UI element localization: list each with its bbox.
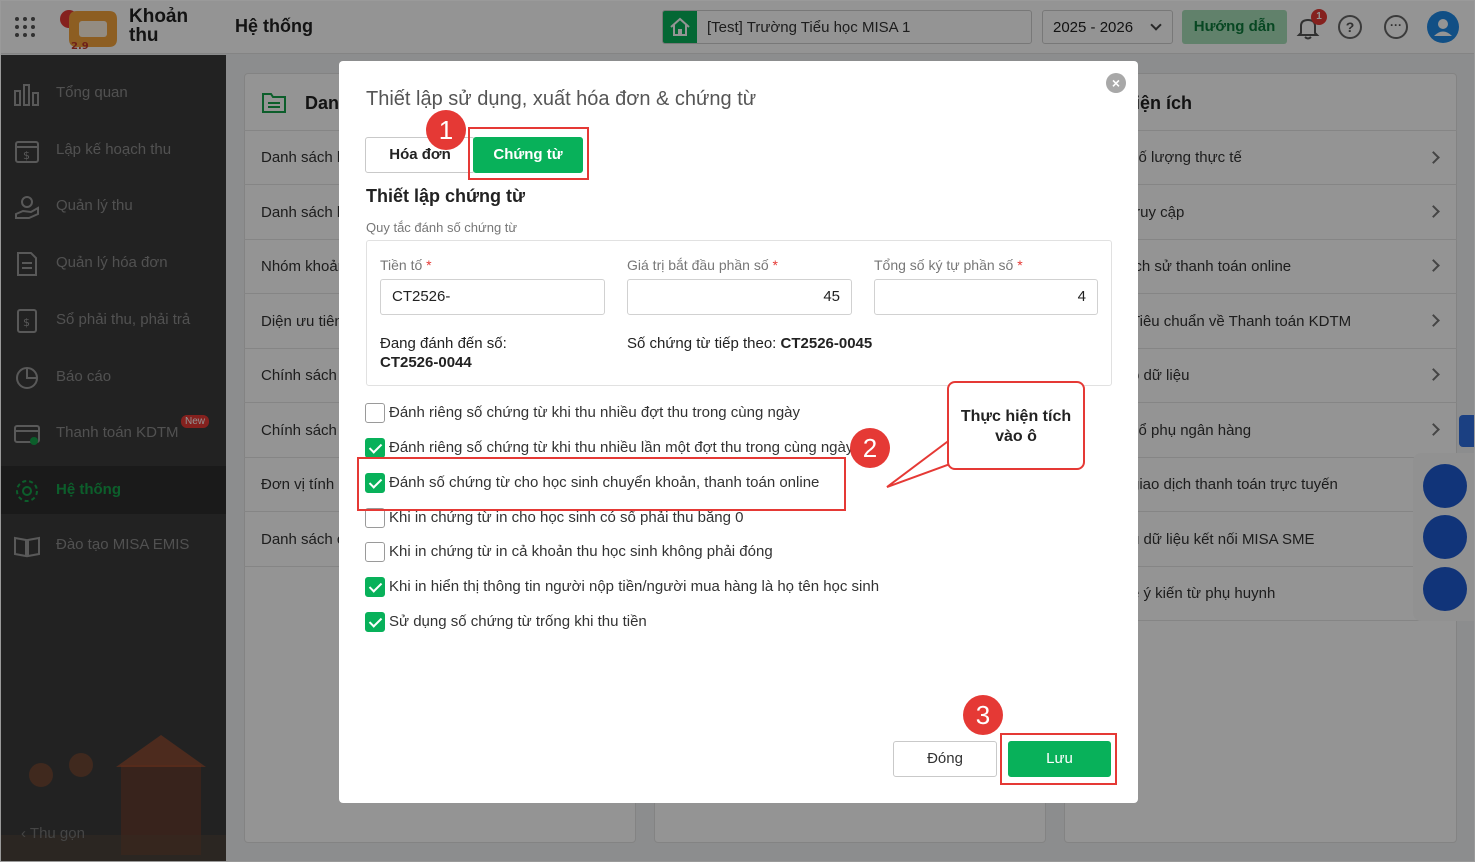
option-label: Đánh riêng số chứng từ khi thu nhiều lần… (389, 439, 854, 456)
current-number-value: CT2526-0044 (380, 354, 472, 371)
dialog-title: Thiết lập sử dụng, xuất hóa đơn & chứng … (366, 88, 757, 110)
callout-line1: Thực hiện tích (960, 408, 1072, 425)
option-label: Sử dụng số chứng từ trống khi thu tiền (389, 613, 647, 630)
highlight-voucher-tab (468, 127, 589, 180)
highlight-option (357, 457, 846, 511)
required-mark: * (426, 257, 432, 273)
checkbox[interactable] (365, 577, 385, 597)
digits-input[interactable]: 4 (874, 279, 1098, 315)
rule-caption: Quy tắc đánh số chứng từ (366, 220, 518, 235)
checkbox[interactable] (365, 542, 385, 562)
digits-label: Tổng số ký tự phần số * (874, 257, 1023, 273)
current-number: Đang đánh đến số: CT2526-0044 (380, 334, 507, 372)
start-value-label-text: Giá trị bắt đầu phần số (627, 257, 769, 273)
option-label: Khi in chứng từ in cả khoản thu học sinh… (389, 543, 773, 560)
checkbox[interactable] (365, 438, 385, 458)
prefix-label-text: Tiền tố (380, 257, 423, 273)
option-label: Khi in chứng từ in cho học sinh có số ph… (389, 509, 744, 526)
start-value-label: Giá trị bắt đầu phần số * (627, 257, 778, 273)
required-mark: * (1017, 257, 1023, 273)
checkbox[interactable] (365, 612, 385, 632)
close-icon[interactable]: × (1106, 73, 1126, 93)
section-title: Thiết lập chứng từ (366, 186, 526, 206)
start-value-input[interactable]: 45 (627, 279, 852, 315)
highlight-save (1000, 733, 1117, 785)
callout-line2: vào ô (995, 428, 1037, 445)
required-mark: * (772, 257, 778, 273)
callout-box: Thực hiện tích vào ô (947, 381, 1085, 470)
next-number-value: CT2526-0045 (780, 335, 873, 352)
app-window: 2.9 Khoản thu Hệ thống [Test] Trường Tiể… (0, 0, 1475, 862)
option-label: Khi in hiển thị thông tin người nộp tiền… (389, 578, 880, 595)
checkbox[interactable] (365, 403, 385, 423)
next-number: Số chứng từ tiếp theo: CT2526-0045 (627, 334, 872, 353)
option-label: Đánh riêng số chứng từ khi thu nhiều đợt… (389, 404, 801, 421)
close-button[interactable]: Đóng (893, 741, 997, 777)
step-3-marker: 3 (963, 695, 1003, 735)
prefix-input[interactable]: CT2526- (380, 279, 605, 315)
next-number-label: Số chứng từ tiếp theo: (627, 335, 777, 352)
numbering-rule-box: Tiền tố * CT2526- Giá trị bắt đầu phần s… (366, 240, 1112, 386)
digits-label-text: Tổng số ký tự phần số (874, 257, 1014, 273)
step-1-marker: 1 (426, 110, 466, 150)
prefix-label: Tiền tố * (380, 257, 432, 273)
checkbox[interactable] (365, 508, 385, 528)
current-number-label: Đang đánh đến số: (380, 335, 507, 352)
